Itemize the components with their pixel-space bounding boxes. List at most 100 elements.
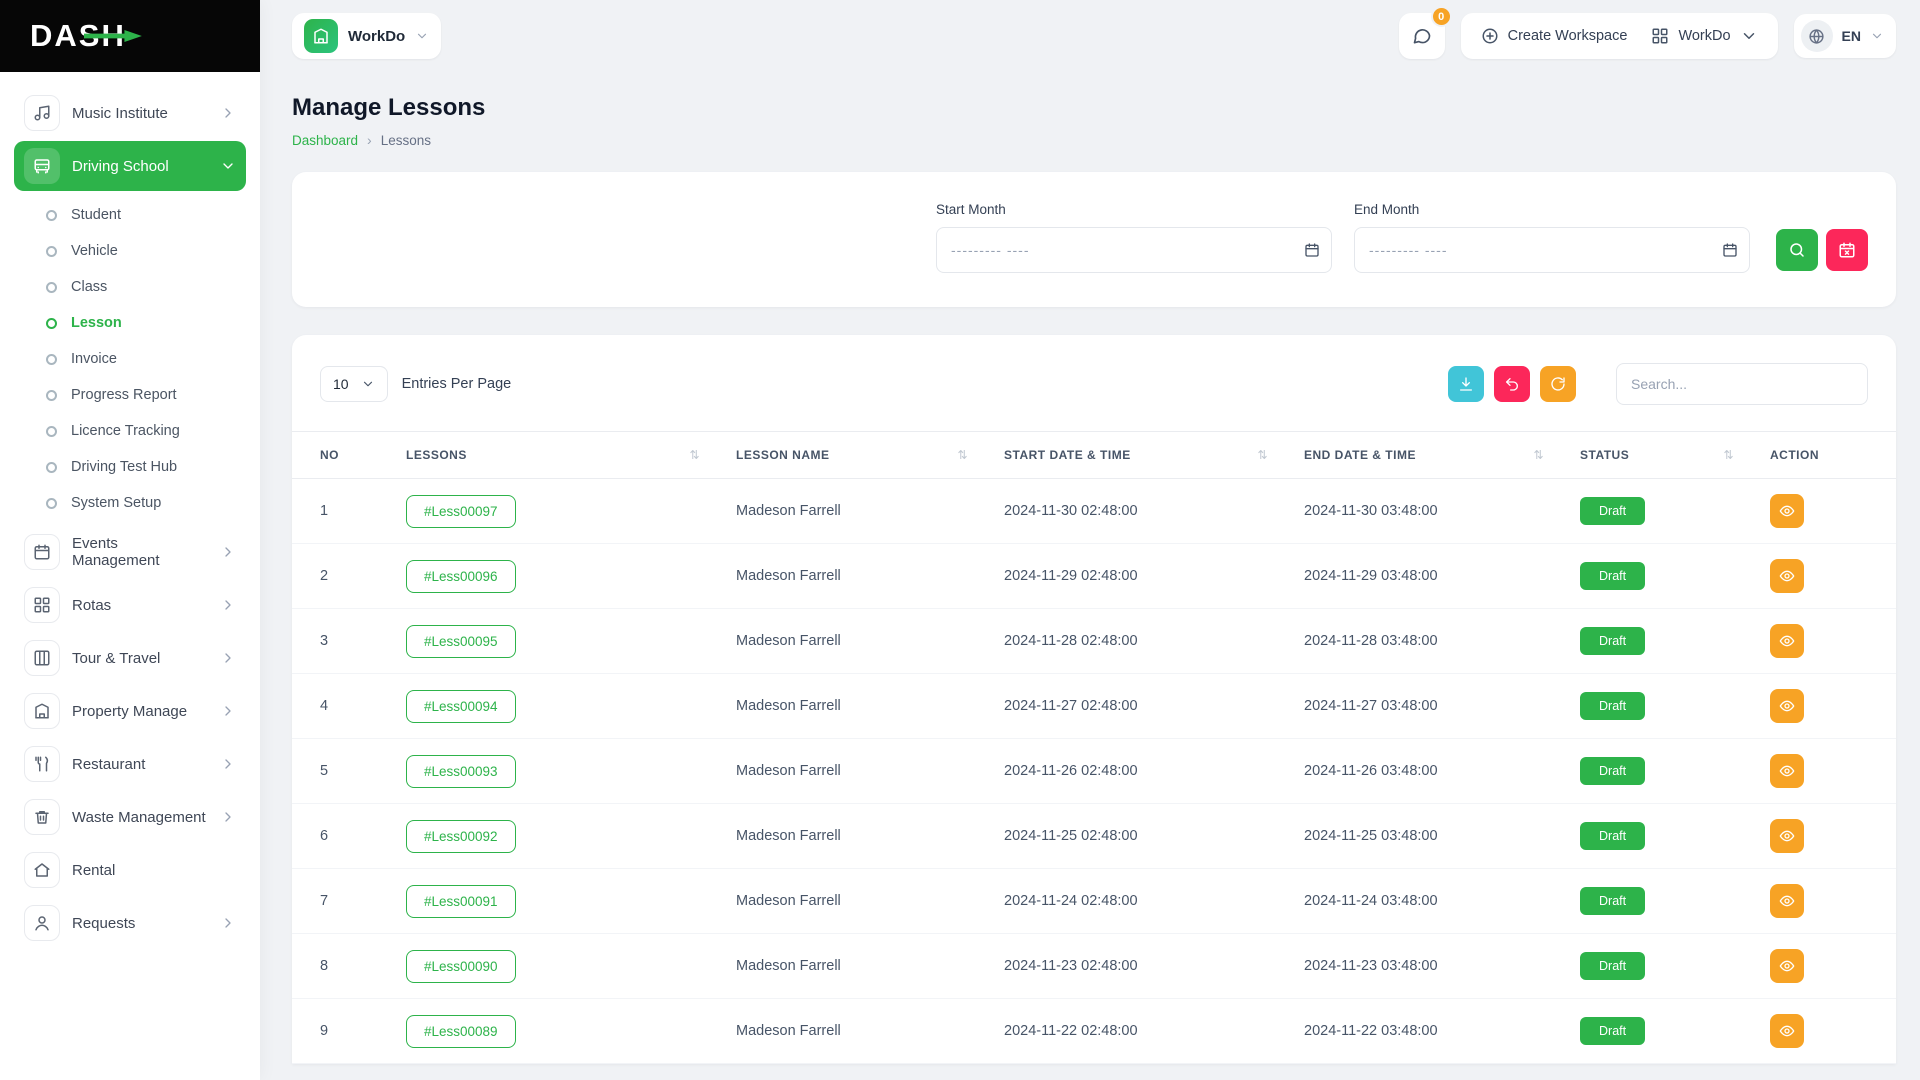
sidebar-item-requests[interactable]: Requests <box>14 898 246 948</box>
sidebar-item-licence-tracking[interactable]: Licence Tracking <box>14 413 246 449</box>
language-dropdown[interactable]: EN <box>1794 14 1896 58</box>
view-button[interactable] <box>1770 1014 1804 1048</box>
view-button[interactable] <box>1770 884 1804 918</box>
sort-icon[interactable]: ⇅ <box>957 448 968 462</box>
sidebar-item-class[interactable]: Class <box>14 269 246 305</box>
view-button[interactable] <box>1770 494 1804 528</box>
sidebar-item-student[interactable]: Student <box>14 197 246 233</box>
bullet-icon <box>46 462 57 473</box>
utensils-icon <box>24 746 60 782</box>
sort-icon[interactable]: ⇅ <box>1257 448 1268 462</box>
sort-icon[interactable]: ⇅ <box>689 448 700 462</box>
sidebar-item-property-manage[interactable]: Property Manage <box>14 686 246 736</box>
table-row: 4 #Less00094 Madeson Farrell 2024-11-27 … <box>292 674 1896 739</box>
view-button[interactable] <box>1770 819 1804 853</box>
end-datetime: 2024-11-26 03:48:00 <box>1286 739 1562 804</box>
sidebar-item-system-setup[interactable]: System Setup <box>14 485 246 521</box>
apps-dropdown[interactable]: WorkDo <box>1639 18 1769 54</box>
workspace-label: WorkDo <box>348 28 405 45</box>
sidebar-item-invoice[interactable]: Invoice <box>14 341 246 377</box>
view-button[interactable] <box>1770 949 1804 983</box>
header-start-date[interactable]: START DATE & TIME⇅ <box>986 432 1286 479</box>
chevron-right-icon <box>220 703 236 719</box>
status-badge: Draft <box>1580 497 1645 525</box>
chevron-down-icon <box>220 158 236 174</box>
lesson-code-chip[interactable]: #Less00090 <box>406 950 516 983</box>
apps-dropdown-label: WorkDo <box>1678 28 1730 44</box>
sidebar-item-music-institute[interactable]: Music Institute <box>14 88 246 138</box>
sidebar-item-vehicle[interactable]: Vehicle <box>14 233 246 269</box>
view-button[interactable] <box>1770 754 1804 788</box>
header-lesson-name[interactable]: LESSON NAME⇅ <box>718 432 986 479</box>
sidebar-item-lesson[interactable]: Lesson <box>14 305 246 341</box>
header-status[interactable]: STATUS⇅ <box>1562 432 1752 479</box>
start-month-input[interactable] <box>936 227 1332 273</box>
sidebar-item-waste-management[interactable]: Waste Management <box>14 792 246 842</box>
sort-icon[interactable]: ⇅ <box>1533 448 1544 462</box>
filter-search-button[interactable] <box>1776 229 1818 271</box>
breadcrumb-current: Lessons <box>381 133 431 148</box>
table-row: 6 #Less00092 Madeson Farrell 2024-11-25 … <box>292 804 1896 869</box>
breadcrumb: Dashboard › Lessons <box>292 132 1896 148</box>
lesson-code-chip[interactable]: #Less00095 <box>406 625 516 658</box>
sidebar-item-rental[interactable]: Rental <box>14 845 246 895</box>
chat-button[interactable]: 0 <box>1399 13 1445 59</box>
trash-icon <box>24 799 60 835</box>
filter-reset-button[interactable] <box>1826 229 1868 271</box>
refresh-button[interactable] <box>1540 366 1576 402</box>
lesson-code-chip[interactable]: #Less00094 <box>406 690 516 723</box>
row-no: 4 <box>292 674 388 739</box>
undo-button[interactable] <box>1494 366 1530 402</box>
end-datetime: 2024-11-23 03:48:00 <box>1286 934 1562 999</box>
lesson-code-chip[interactable]: #Less00096 <box>406 560 516 593</box>
lesson-code-chip[interactable]: #Less00092 <box>406 820 516 853</box>
header-lessons[interactable]: LESSONS⇅ <box>388 432 718 479</box>
sub-item-label: Licence Tracking <box>71 423 180 439</box>
export-button[interactable] <box>1448 366 1484 402</box>
sidebar-item-tour-travel[interactable]: Tour & Travel <box>14 633 246 683</box>
app-logo[interactable]: DASH <box>30 18 126 54</box>
row-no: 6 <box>292 804 388 869</box>
create-workspace-button[interactable]: Create Workspace <box>1469 18 1640 54</box>
end-month-input[interactable] <box>1354 227 1750 273</box>
workspace-selector[interactable]: WorkDo <box>292 13 441 59</box>
row-no: 2 <box>292 544 388 609</box>
sidebar-item-driving-test-hub[interactable]: Driving Test Hub <box>14 449 246 485</box>
sidebar-item-driving-school[interactable]: Driving School <box>14 141 246 191</box>
lesson-code-chip[interactable]: #Less00091 <box>406 885 516 918</box>
lesson-code-chip[interactable]: #Less00089 <box>406 1015 516 1048</box>
chevron-right-icon <box>220 597 236 613</box>
filter-buttons <box>1776 229 1868 271</box>
sidebar-item-label: Events Management <box>72 535 208 569</box>
entries-select[interactable]: 10 <box>320 366 388 402</box>
sub-item-label: Invoice <box>71 351 117 367</box>
user-icon <box>24 905 60 941</box>
row-no: 1 <box>292 479 388 544</box>
status-badge: Draft <box>1580 822 1645 850</box>
sidebar-item-restaurant[interactable]: Restaurant <box>14 739 246 789</box>
lesson-code-chip[interactable]: #Less00097 <box>406 495 516 528</box>
lesson-code-chip[interactable]: #Less00093 <box>406 755 516 788</box>
view-button[interactable] <box>1770 624 1804 658</box>
start-datetime: 2024-11-23 02:48:00 <box>986 934 1286 999</box>
lessons-table-card: 10 Entries Per Page <box>292 335 1896 1064</box>
logo-block: DASH <box>0 0 260 72</box>
plus-circle-icon <box>1481 27 1499 45</box>
sidebar-item-progress-report[interactable]: Progress Report <box>14 377 246 413</box>
view-button[interactable] <box>1770 689 1804 723</box>
header-end-date[interactable]: END DATE & TIME⇅ <box>1286 432 1562 479</box>
driving-school-submenu: Student Vehicle Class Lesson Invoice <box>14 194 246 527</box>
sidebar-item-events-management[interactable]: Events Management <box>14 527 246 577</box>
sort-icon[interactable]: ⇅ <box>1723 448 1734 462</box>
eye-icon <box>1779 503 1795 519</box>
table-search-input[interactable] <box>1616 363 1868 405</box>
table-row: 2 #Less00096 Madeson Farrell 2024-11-29 … <box>292 544 1896 609</box>
bus-icon <box>24 148 60 184</box>
start-datetime: 2024-11-22 02:48:00 <box>986 999 1286 1064</box>
sidebar-item-rotas[interactable]: Rotas <box>14 580 246 630</box>
view-button[interactable] <box>1770 559 1804 593</box>
globe-icon <box>1801 20 1833 52</box>
sub-item-label: Vehicle <box>71 243 118 259</box>
breadcrumb-dashboard-link[interactable]: Dashboard <box>292 133 358 148</box>
bullet-icon <box>46 426 57 437</box>
